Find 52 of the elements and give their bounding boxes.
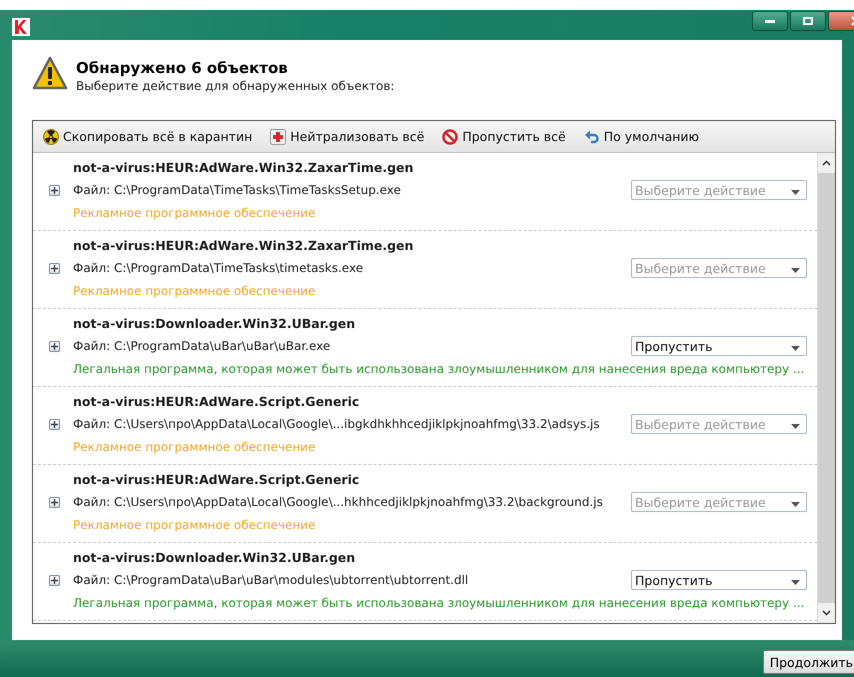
maximize-button[interactable] <box>790 11 826 31</box>
dropdown-caret-icon <box>791 268 800 272</box>
file-path: Файл: C:\Users\про\AppData\Local\Google\...hkhhcedjiklpkjnoahfmg\33.2\background.js <box>73 495 604 509</box>
threat-description: Рекламное программное обеспечение <box>73 206 316 220</box>
expand-toggle[interactable] <box>48 496 60 508</box>
scroll-up-icon <box>822 160 831 166</box>
toolbar-button[interactable]: Нейтрализовать всё <box>290 129 424 144</box>
threat-name: not-a-virus:HEUR:AdWare.Script.Generic <box>73 394 360 408</box>
expand-toggle[interactable] <box>48 574 60 586</box>
dropdown-caret-icon <box>791 424 800 428</box>
threat-name: not-a-virus:HEUR:AdWare.Script.Generic <box>73 472 360 486</box>
dropdown-caret-icon <box>791 502 800 506</box>
action-dropdown[interactable]: Пропустить <box>631 336 807 356</box>
expand-toggle[interactable] <box>48 184 60 196</box>
threat-name: not-a-virus:Downloader.Win32.UBar.gen <box>73 316 356 330</box>
file-path: Файл: C:\Users\про\AppData\Local\Google\...ibgkdhkhhcedjiklpkjnoahfmg\33.2\adsys.js <box>73 417 601 431</box>
expand-toggle[interactable] <box>48 340 60 352</box>
maximize-icon <box>803 17 813 25</box>
radiation-icon <box>43 128 59 144</box>
dropdown-caret-icon <box>791 580 800 584</box>
minimize-button[interactable] <box>752 11 788 31</box>
toolbar-button[interactable]: Пропустить всё <box>462 129 566 144</box>
dialog-title: Обнаружено 6 объектов <box>76 59 289 77</box>
threat-name: not-a-virus:HEUR:AdWare.Win32.ZaxarTime.gen <box>73 238 414 252</box>
threat-name: not-a-virus:Downloader.Win32.UBar.gen <box>73 550 356 564</box>
file-path: Файл: C:\ProgramData\uBar\uBar\uBar.exe <box>73 339 332 353</box>
threat-description: Рекламное программное обеспечение <box>73 284 316 298</box>
prohibited-icon <box>442 128 458 144</box>
file-path: Файл: C:\ProgramData\TimeTasks\TimeTasksSetup.exe <box>73 183 402 197</box>
toolbar-button[interactable]: По умолчанию <box>604 129 700 144</box>
threat-name: not-a-virus:HEUR:AdWare.Win32.ZaxarTime.gen <box>73 160 414 174</box>
dialog-subtitle: Выберите действие для обнаруженных объектов: <box>76 79 394 93</box>
expand-toggle[interactable] <box>48 262 60 274</box>
file-path: Файл: C:\ProgramData\uBar\uBar\modules\ubtorrent\ubtorrent.dll <box>73 573 470 587</box>
dropdown-caret-icon <box>791 346 800 350</box>
scrollbar[interactable] <box>817 153 835 623</box>
app-logo-icon <box>12 18 30 36</box>
threat-description: Рекламное программное обеспечение <box>73 518 316 532</box>
continue-button[interactable]: Продолжить <box>762 650 854 674</box>
minimize-icon <box>765 19 775 23</box>
warning-icon <box>32 56 68 92</box>
threat-description: Легальная программа, которая может быть использована злоумышленником для нанесения вреда компьютеру ... <box>73 596 806 610</box>
file-path: Файл: C:\ProgramData\TimeTasks\timetasks.exe <box>73 261 364 275</box>
threat-description: Легальная программа, которая может быть использована злоумышленником для нанесения вреда компьютеру ... <box>73 362 806 376</box>
undo-arrow-icon <box>584 128 600 144</box>
expand-toggle[interactable] <box>48 418 60 430</box>
action-dropdown[interactable]: Пропустить <box>631 570 807 590</box>
first-aid-icon <box>270 128 286 144</box>
dropdown-caret-icon <box>791 190 800 194</box>
toolbar-button[interactable]: Скопировать всё в карантин <box>63 129 252 144</box>
scroll-down-icon <box>822 610 831 616</box>
threat-description: Рекламное программное обеспечение <box>73 440 316 454</box>
